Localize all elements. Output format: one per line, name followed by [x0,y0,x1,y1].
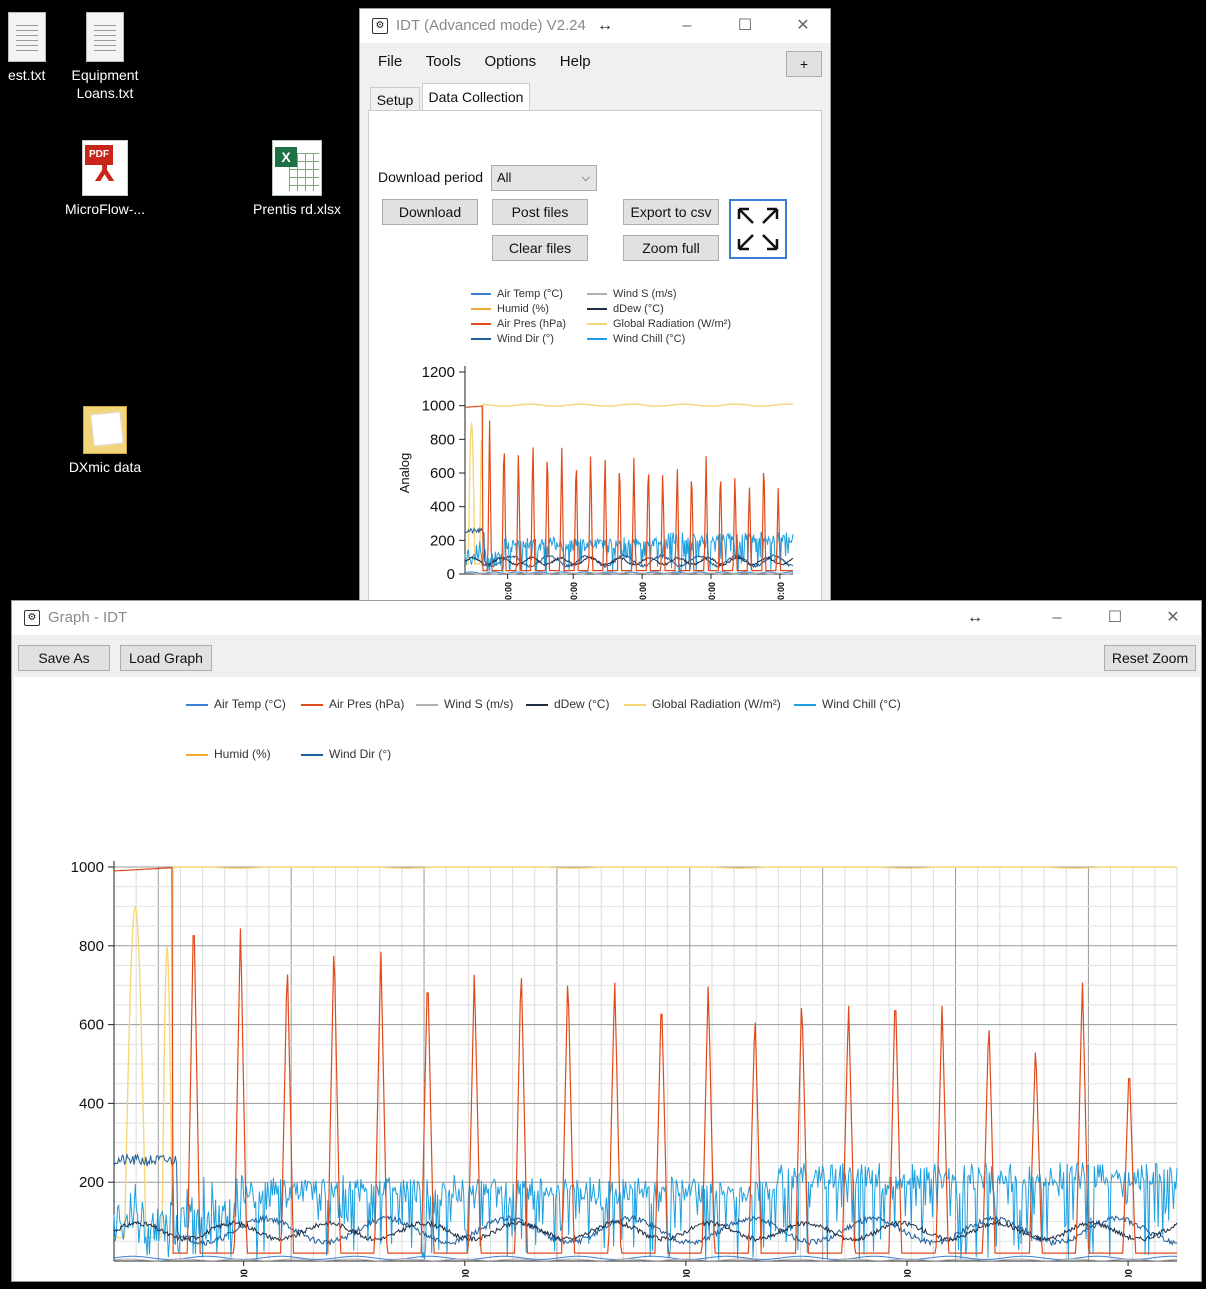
mini-chart[interactable]: 020040060080010001200Analog00:00 00:00 00:… [369,356,821,610]
pdf-file-icon: PDF ⅄ [82,140,128,196]
legend-item: Wind S (m/s) [587,288,677,300]
desktop-icon-label: Equipment Loans.txt [71,67,139,101]
menu-file[interactable]: File [378,53,402,70]
graph-window: ⚙ Graph - IDT ↔ – ☐ ✕ Save As Load Graph… [11,600,1202,1282]
x-tick-label: 24 Sep 00:00 [461,1269,472,1277]
window-title: IDT (Advanced mode) V2.24 [396,17,586,34]
y-tick-label: 600 [430,465,455,482]
expand-icon [737,207,779,251]
text-file-icon [86,12,124,62]
main-chart[interactable]: 200 400 600 800 1000 17 Sep 00:00 24 Sep 00:00… [14,767,1200,1277]
legend-item: Wind Dir (°) [471,333,554,345]
app-icon: ⚙ [372,18,388,34]
desktop-icon-label: DXmic data [68,459,142,475]
legend-item: Global Radiation (W/m²) [587,318,731,330]
y-tick-label: 400 [79,1095,104,1112]
chevron-down-icon: ⌵ [581,172,590,184]
y-tick-label: 800 [79,938,104,955]
legend-item: Air Temp (°C) [186,697,286,711]
zoom-full-button[interactable]: Zoom full [623,235,719,261]
menu-help[interactable]: Help [560,53,591,70]
legend-item: Global Radiation (W/m²) [624,697,781,711]
folder-icon [83,406,127,454]
clear-files-button[interactable]: Clear files [492,235,588,261]
y-axis-title: Analog [397,453,412,493]
desktop-icon-microflow[interactable]: PDF ⅄ MicroFlow-... [50,140,160,218]
post-files-button[interactable]: Post files [492,199,588,225]
minimize-button[interactable]: – [1042,607,1072,629]
y-tick-label: 1200 [422,364,455,381]
legend-item: Wind Dir (°) [301,747,391,761]
tab-content-panel: Download period All ⌵ Download Post file… [368,110,822,609]
y-tick-label: 1000 [71,859,104,876]
tab-data-collection[interactable]: Data Collection [422,83,530,111]
y-tick-label: 800 [430,431,455,448]
x-tick-label: 17 Sep 00:00 [240,1269,251,1277]
save-as-button[interactable]: Save As [18,645,110,671]
plus-button[interactable]: + [786,51,822,77]
y-tick-label: 200 [79,1174,104,1191]
minimize-button[interactable]: – [672,15,702,37]
legend-item: Wind S (m/s) [416,697,513,711]
idt-titlebar[interactable]: ⚙ IDT (Advanced mode) V2.24 ↔ – ☐ ✕ [360,9,830,43]
desktop-icon-label: Prentis rd.xlsx [253,201,341,217]
tab-setup[interactable]: Setup [370,87,420,111]
y-tick-label: 600 [79,1017,104,1034]
desktop-icon-dxmic-data[interactable]: DXmic data [50,406,160,476]
legend-item: Wind Chill (°C) [794,697,901,711]
load-graph-button[interactable]: Load Graph [120,645,212,671]
legend-item: Wind Chill (°C) [587,333,685,345]
download-period-value: All [497,170,512,185]
close-button[interactable]: ✕ [1158,607,1188,629]
resize-arrows-icon: ↔ [967,609,983,626]
excel-file-icon: X [272,140,322,196]
graph-panel: Air Temp (°C) Air Pres (hPa) Wind S (m/s… [14,677,1200,1281]
desktop-icon-equipment-loans[interactable]: Equipment Loans.txt [50,12,160,102]
download-button[interactable]: Download [382,199,478,225]
maximize-button[interactable]: ☐ [1100,607,1130,629]
x-tick-label: 08 Oct 00:00 [903,1269,914,1277]
legend-item: dDew (°C) [526,697,609,711]
download-period-select[interactable]: All ⌵ [491,165,597,191]
app-icon: ⚙ [24,610,40,626]
y-tick-label: 1000 [422,398,455,415]
text-file-icon [8,12,46,62]
legend-item: Air Temp (°C) [471,288,563,300]
export-csv-button[interactable]: Export to csv [623,199,719,225]
grid [113,866,1178,1262]
legend-item: Air Pres (hPa) [471,318,566,330]
reset-zoom-button[interactable]: Reset Zoom [1104,645,1196,671]
legend-item: dDew (°C) [587,303,664,315]
menu-options[interactable]: Options [484,53,536,70]
legend-item: Humid (%) [186,747,271,761]
download-period-label: Download period [378,169,484,185]
x-tick-label: 15 Oct 00:00 [1124,1269,1135,1277]
desktop-icon-label: MicroFlow-... [64,201,146,217]
idt-window: ⚙ IDT (Advanced mode) V2.24 ↔ – ☐ ✕ File… [359,8,831,609]
y-tick-label: 200 [430,532,455,549]
menu-tools[interactable]: Tools [426,53,461,70]
y-tick-label: 0 [447,566,455,583]
close-button[interactable]: ✕ [788,15,818,37]
y-tick-label: 400 [430,499,455,516]
desktop-icon-prentis-xlsx[interactable]: X Prentis rd.xlsx [242,140,352,218]
legend-item: Air Pres (hPa) [301,697,404,711]
x-tick-label: 01 Oct 00:00 [682,1269,693,1277]
series-wind-chill [464,531,794,574]
menu-bar: File Tools Options Help [378,53,611,70]
maximize-button[interactable]: ☐ [730,15,760,37]
resize-arrows-icon: ↔ [597,17,613,34]
legend-item: Humid (%) [471,303,549,315]
fullscreen-button[interactable] [729,199,787,259]
graph-titlebar[interactable]: ⚙ Graph - IDT ↔ – ☐ ✕ [12,601,1201,635]
window-title: Graph - IDT [48,609,128,626]
